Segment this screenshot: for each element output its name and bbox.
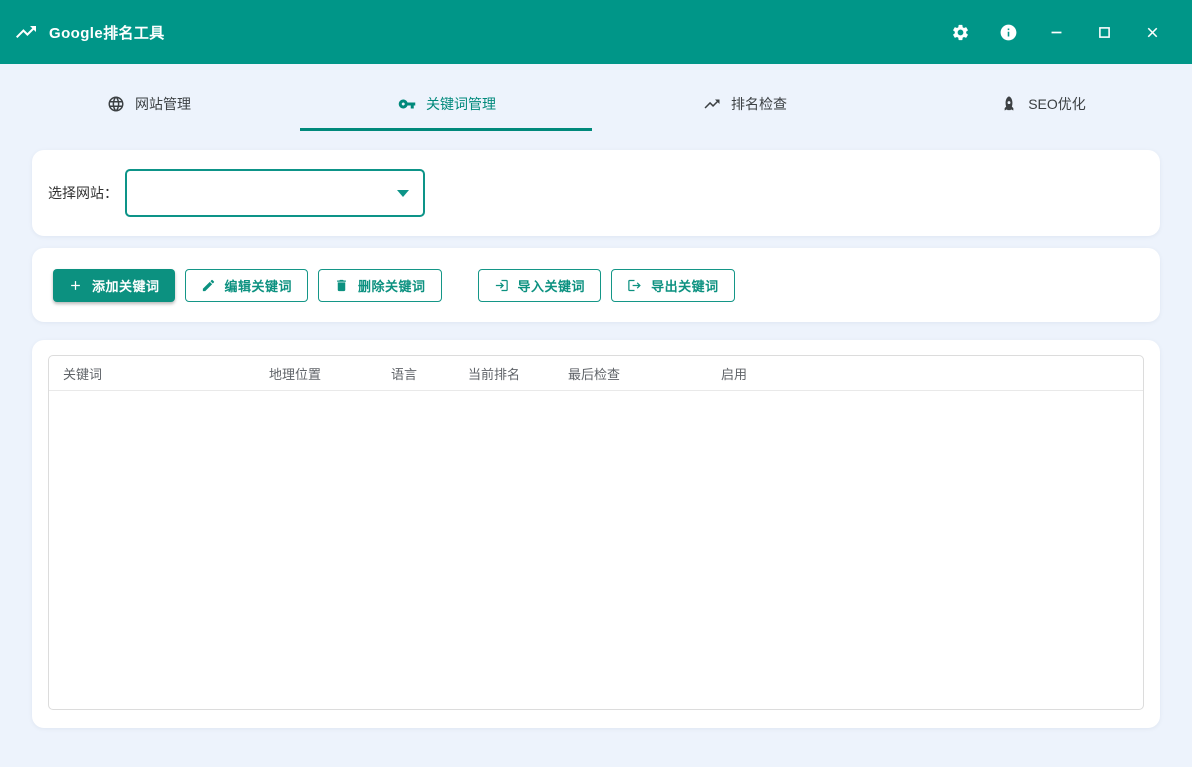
minimize-icon [1048,24,1065,41]
trending-up-icon [14,20,38,44]
column-header-enabled: 启用 [721,364,1143,383]
plus-icon [68,278,83,293]
close-button[interactable] [1128,8,1176,56]
tab-label: 排名检查 [731,94,787,114]
tab-seo-optimization[interactable]: SEO优化 [894,76,1192,131]
edit-keyword-button[interactable]: 编辑关键词 [185,269,309,302]
settings-button[interactable] [936,8,984,56]
keyword-table-header: 关键词 地理位置 语言 当前排名 最后检查 启用 [49,356,1143,391]
keyword-table: 关键词 地理位置 语言 当前排名 最后检查 启用 [48,355,1144,710]
trending-up-icon [703,95,721,113]
tab-keyword-management[interactable]: 关键词管理 [298,76,596,131]
import-keyword-button[interactable]: 导入关键词 [478,269,602,302]
column-header-language: 语言 [391,364,468,383]
tab-label: 关键词管理 [426,94,496,114]
gear-icon [951,23,970,42]
key-icon [398,95,416,113]
rocket-icon [1000,95,1018,113]
keyword-table-card: 关键词 地理位置 语言 当前排名 最后检查 启用 [32,340,1160,728]
tab-bar: 网站管理 关键词管理 排名检查 SEO优化 [0,76,1192,131]
column-header-current-rank: 当前排名 [468,364,568,383]
import-keyword-label: 导入关键词 [518,276,586,295]
edit-keyword-label: 编辑关键词 [225,276,293,295]
app-title: Google排名工具 [49,22,165,43]
import-icon [494,278,509,293]
keyword-toolbar-card: 添加关键词 编辑关键词 删除关键词 导入关键词 导出关键词 [32,248,1160,322]
globe-icon [107,95,125,113]
tab-site-management[interactable]: 网站管理 [0,76,298,131]
maximize-icon [1096,24,1113,41]
delete-keyword-button[interactable]: 删除关键词 [318,269,442,302]
export-keyword-button[interactable]: 导出关键词 [611,269,735,302]
site-selector-label: 选择网站： [48,183,125,203]
info-button[interactable] [984,8,1032,56]
titlebar: Google排名工具 [0,0,1192,64]
minimize-button[interactable] [1032,8,1080,56]
column-header-keyword: 关键词 [63,364,269,383]
trash-icon [334,278,349,293]
tab-label: 网站管理 [135,94,191,114]
site-selector-card: 选择网站： [32,150,1160,236]
delete-keyword-label: 删除关键词 [358,276,426,295]
site-select-dropdown[interactable] [125,169,425,217]
export-keyword-label: 导出关键词 [651,276,719,295]
titlebar-controls [936,8,1176,56]
column-header-location: 地理位置 [269,364,391,383]
keyword-table-body [49,391,1143,709]
tab-rank-check[interactable]: 排名检查 [596,76,894,131]
info-icon [999,23,1018,42]
add-keyword-button[interactable]: 添加关键词 [53,269,175,302]
export-icon [627,278,642,293]
close-icon [1144,24,1161,41]
chevron-down-icon [397,190,409,197]
add-keyword-label: 添加关键词 [92,276,160,295]
column-header-last-check: 最后检查 [568,364,721,383]
tab-label: SEO优化 [1028,94,1086,114]
maximize-button[interactable] [1080,8,1128,56]
pencil-icon [201,278,216,293]
